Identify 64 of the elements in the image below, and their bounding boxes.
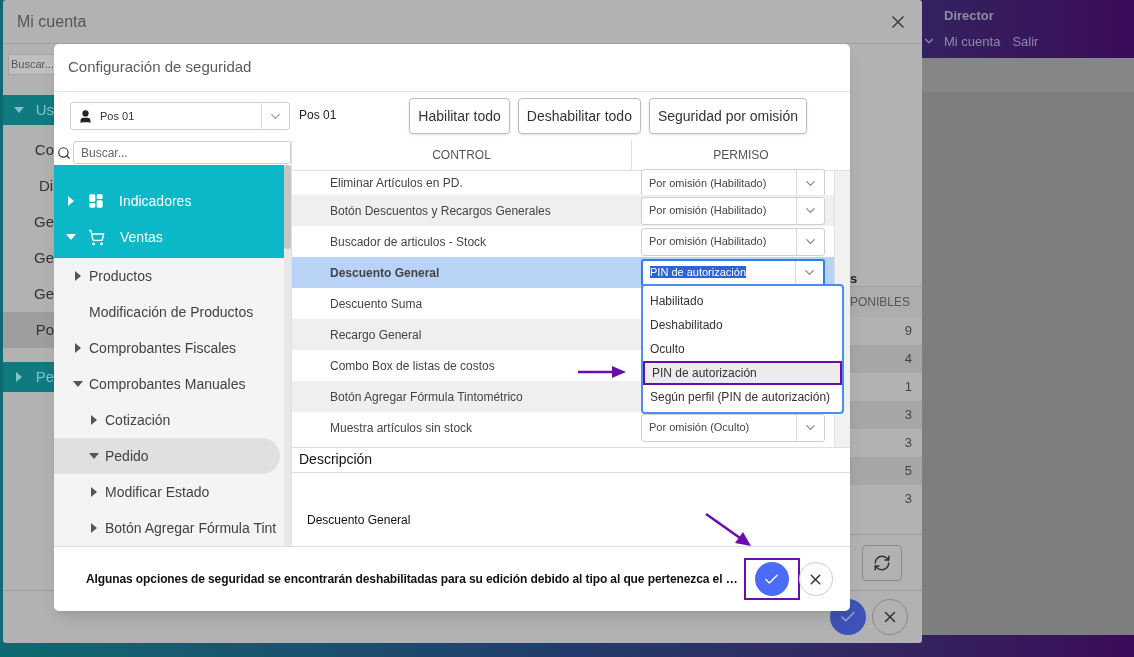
- table-cell: 4: [850, 345, 922, 373]
- tree-item[interactable]: Comprobantes Fiscales: [54, 330, 284, 366]
- profile-select[interactable]: Pos 01: [70, 102, 290, 130]
- column-header: PERMISO: [712, 147, 770, 164]
- column-header: PONIBLES: [850, 286, 922, 317]
- header-link[interactable]: Salir: [1012, 31, 1039, 51]
- sidebar-item[interactable]: Ge: [3, 276, 54, 312]
- user-role: Director: [944, 7, 995, 25]
- profile-label: Pos 01: [299, 107, 337, 124]
- dashboard-icon: [88, 193, 104, 209]
- sidebar-item[interactable]: Ge: [3, 204, 54, 240]
- tree-item[interactable]: Botón Agregar Fórmula Tint: [54, 510, 284, 546]
- permission-select[interactable]: Por omisión (Habilitado): [641, 227, 825, 256]
- table-cell-text: 1: [903, 378, 913, 397]
- caret-right-icon[interactable]: [91, 523, 97, 533]
- table-cell: 5: [850, 457, 922, 485]
- scrollbar-thumb[interactable]: [284, 165, 291, 249]
- sidebar-item[interactable]: Co: [3, 132, 54, 168]
- tree-item[interactable]: Comprobantes Manuales: [54, 366, 284, 402]
- description-text: Descuento General: [307, 513, 411, 527]
- tree-item[interactable]: Modificación de Productos: [54, 294, 284, 330]
- arrow-annotation: [705, 513, 751, 547]
- description-heading: Descripción: [299, 450, 373, 469]
- caret-right-icon[interactable]: [75, 271, 81, 281]
- sidebar-item[interactable]: Di: [3, 168, 54, 204]
- permission-select[interactable]: Por omisión (Oculto): [641, 413, 825, 442]
- tree-item[interactable]: Cotización: [54, 402, 284, 438]
- caret-right-icon[interactable]: [91, 415, 97, 425]
- permission-select[interactable]: Por omisión (Habilitado): [641, 169, 825, 197]
- permission-select[interactable]: PIN de autorización: [641, 258, 825, 287]
- sidebar-item[interactable]: Ge: [3, 240, 54, 276]
- dialog-title: Mi cuenta: [17, 11, 87, 32]
- tree-item[interactable]: Productos: [54, 258, 284, 294]
- dropdown-option[interactable]: PIN de autorización: [643, 361, 842, 385]
- confirm-button[interactable]: [754, 562, 789, 596]
- caret-down-icon[interactable]: [73, 381, 83, 387]
- tree-item[interactable]: Pedido: [54, 438, 280, 474]
- dialog-title: Configuración de seguridad: [68, 57, 252, 78]
- caret-right-icon[interactable]: [91, 487, 97, 497]
- search-field[interactable]: Buscar...: [73, 141, 291, 164]
- table-row[interactable]: Descuento General PIN de autorización: [292, 257, 834, 288]
- table-cell-text: 3: [903, 490, 913, 509]
- table-cell-text: 9: [903, 322, 913, 341]
- table-row[interactable]: Botón Descuentos y Recargos Generales Por omisión (Habilitado): [292, 195, 834, 226]
- action-button[interactable]: Seguridad por omisión: [648, 98, 807, 134]
- user-icon: [78, 108, 93, 124]
- tree-item[interactable]: Modificar Estado: [54, 474, 284, 510]
- action-button[interactable]: Deshabilitar todo: [517, 98, 641, 134]
- label-fragment: s: [850, 270, 859, 286]
- refresh-button[interactable]: [862, 544, 902, 581]
- sidebar-item[interactable]: Po: [3, 312, 54, 348]
- permission-select[interactable]: Por omisión (Habilitado): [641, 196, 825, 225]
- header-link[interactable]: Mi cuenta: [944, 31, 1001, 51]
- footer-message: Algunas opciones de seguridad se encontrarán deshabilitadas para su edición debido al tipo al que pertenezca el …: [86, 571, 738, 588]
- search-icon: [57, 145, 71, 160]
- caret-right-icon[interactable]: [75, 343, 81, 353]
- caret-down-icon[interactable]: [89, 453, 99, 459]
- action-button[interactable]: Habilitar todo: [409, 98, 510, 134]
- refresh-icon: [873, 553, 891, 572]
- table-cell: 3: [850, 401, 922, 429]
- cart-icon: [88, 228, 105, 246]
- column-header: CONTROL: [292, 140, 632, 170]
- table-cell-text: 3: [903, 434, 913, 453]
- arrow-annotation: [578, 366, 626, 378]
